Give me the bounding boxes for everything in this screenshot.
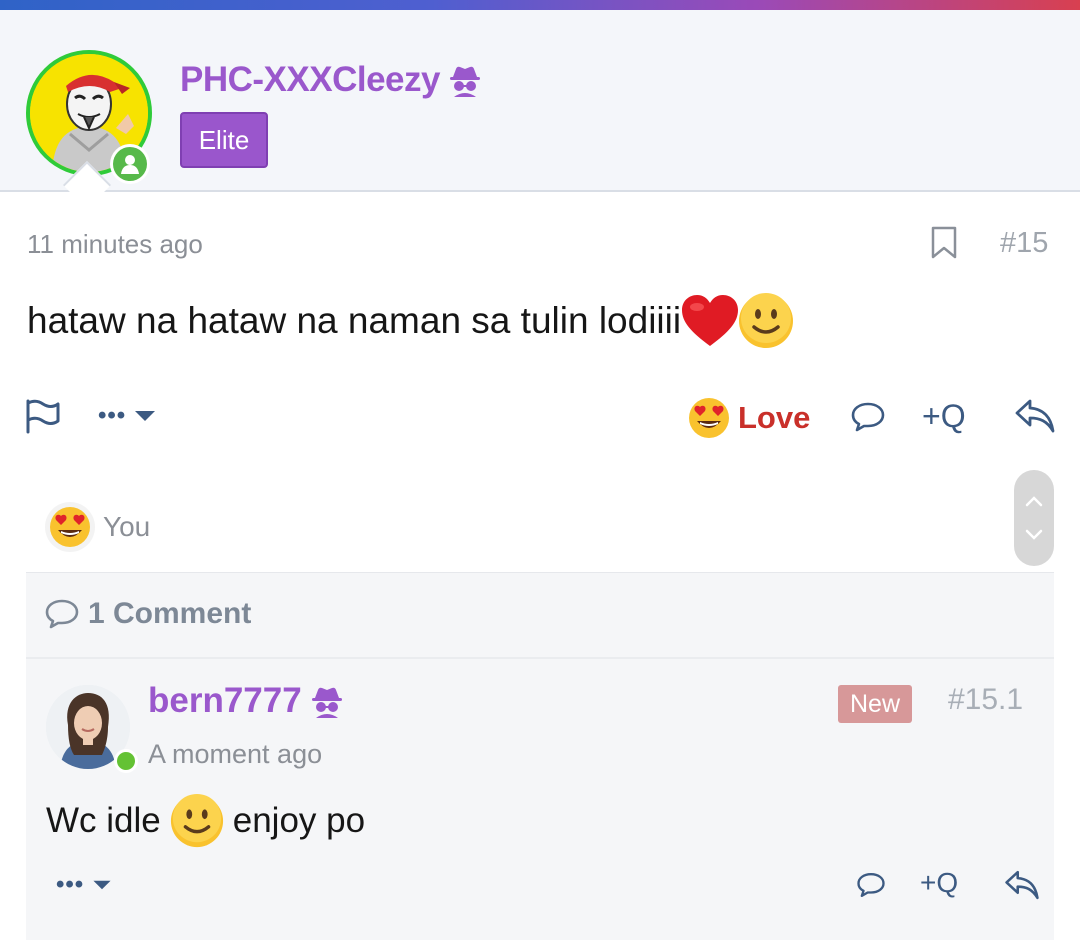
chevron-up-icon[interactable] xyxy=(1025,495,1043,507)
comment-timestamp[interactable]: A moment ago xyxy=(148,739,322,770)
top-gradient-bar xyxy=(0,0,1080,10)
comment-multi-quote-button[interactable]: +Q xyxy=(920,867,958,899)
comment-reply-arrow-icon[interactable] xyxy=(1004,869,1040,906)
post-actions-left: ••• xyxy=(24,398,156,434)
post-author-header: PHC-XXXCleezy Elite xyxy=(0,10,1080,192)
comment-permalink-number[interactable]: #15.1 xyxy=(948,683,1023,717)
heart-eyes-emoji xyxy=(50,507,90,547)
comments-header[interactable]: 1 Comment xyxy=(44,597,251,631)
multi-quote-button[interactable]: +Q xyxy=(922,398,966,435)
comment-more-options-menu[interactable]: ••• xyxy=(56,871,112,899)
author-username[interactable]: PHC-XXXCleezy xyxy=(180,60,482,100)
slightly-smiling-face-emoji xyxy=(170,793,223,848)
user-rank-badge: Elite xyxy=(180,112,268,168)
flag-icon[interactable] xyxy=(24,398,62,434)
comments-section: 1 Comment bern7777 A moment ago New #15.… xyxy=(26,572,1054,940)
red-heart-emoji xyxy=(682,295,739,346)
post-message-text: hataw na hataw na naman sa tulin lodiiii xyxy=(27,300,682,341)
comment-icon xyxy=(45,599,79,629)
post-timestamp[interactable]: 11 minutes ago xyxy=(27,229,203,260)
reactions-who[interactable]: You xyxy=(103,511,150,543)
bookmark-icon[interactable] xyxy=(930,226,958,265)
online-user-icon xyxy=(121,155,139,174)
comment-reply-icon[interactable] xyxy=(856,871,886,904)
comment-text-before: Wc idle xyxy=(46,801,161,840)
comments-count: 1 Comment xyxy=(88,597,252,630)
caret-down-icon xyxy=(135,411,156,421)
chevron-down-icon[interactable] xyxy=(1025,529,1043,541)
post-permalink-number[interactable]: #15 xyxy=(1000,227,1048,260)
caret-down-icon xyxy=(93,880,111,890)
comment-icon[interactable] xyxy=(850,401,886,438)
new-badge: New xyxy=(838,685,912,723)
scroll-navigator[interactable] xyxy=(1014,470,1054,566)
comment-message: Wc idle enjoy po xyxy=(46,793,365,849)
commenter-username-text[interactable]: bern7777 xyxy=(148,681,302,721)
react-label: Love xyxy=(738,400,811,435)
reply-icon[interactable] xyxy=(1014,398,1056,439)
commenter-online-status xyxy=(114,749,138,773)
incognito-icon xyxy=(449,66,480,97)
post-message: hataw na hataw na naman sa tulin lodiiii xyxy=(27,292,795,350)
more-dots: ••• xyxy=(56,871,85,898)
commenter-username[interactable]: bern7777 xyxy=(148,681,344,721)
divider xyxy=(26,657,1054,659)
author-username-text[interactable]: PHC-XXXCleezy xyxy=(180,60,440,100)
reaction-bubble xyxy=(45,502,95,552)
more-options-menu[interactable]: ••• xyxy=(98,402,156,430)
more-dots: ••• xyxy=(98,402,127,429)
react-button[interactable]: Love xyxy=(688,397,810,439)
heart-eyes-emoji xyxy=(689,398,729,438)
incognito-icon xyxy=(311,687,342,718)
reactions-bar[interactable]: You xyxy=(45,502,150,552)
slightly-smiling-face-emoji xyxy=(739,293,794,348)
online-status xyxy=(110,144,150,184)
comment-text-after: enjoy po xyxy=(232,801,366,840)
